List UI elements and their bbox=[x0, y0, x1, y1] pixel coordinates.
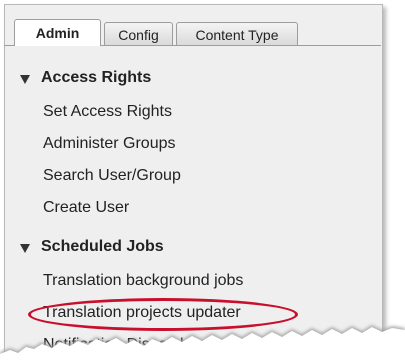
tab-admin[interactable]: Admin bbox=[14, 19, 101, 46]
menu-item-set-access-rights[interactable]: Set Access Rights bbox=[43, 103, 172, 121]
menu-item-create-user[interactable]: Create User bbox=[43, 199, 129, 217]
section-scheduled-jobs[interactable]: Scheduled Jobs bbox=[20, 238, 164, 256]
tab-bar: Admin Config Content Type bbox=[14, 19, 301, 46]
tab-content-type[interactable]: Content Type bbox=[176, 22, 298, 46]
section-title: Scheduled Jobs bbox=[41, 238, 164, 255]
menu-item-search-user-group[interactable]: Search User/Group bbox=[43, 167, 181, 185]
expand-triangle-icon bbox=[20, 244, 30, 253]
section-title: Access Rights bbox=[41, 69, 152, 86]
expand-triangle-icon bbox=[20, 75, 30, 84]
section-access-rights[interactable]: Access Rights bbox=[20, 69, 151, 87]
screenshot: Admin Config Content Type Access Rights … bbox=[0, 0, 405, 362]
menu-item-translation-background-jobs[interactable]: Translation background jobs bbox=[43, 272, 243, 290]
menu-item-administer-groups[interactable]: Administer Groups bbox=[43, 135, 176, 153]
tab-config[interactable]: Config bbox=[104, 22, 173, 46]
torn-paper-edge bbox=[0, 325, 405, 362]
